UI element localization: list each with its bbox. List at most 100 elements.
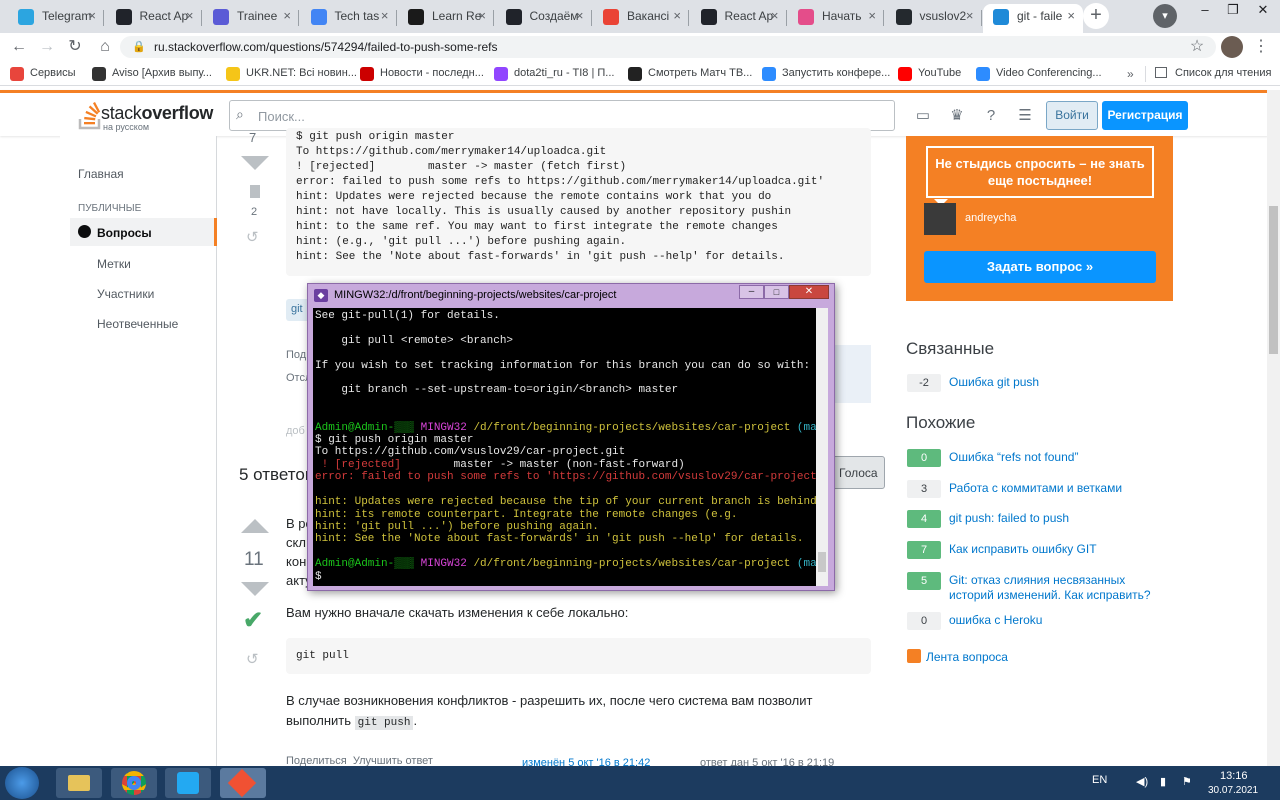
history-icon[interactable]: ↺ <box>246 228 259 246</box>
answer-history-icon[interactable]: ↺ <box>246 650 259 668</box>
sort-votes-button[interactable]: Голоса <box>830 456 885 489</box>
page-scrollbar-thumb[interactable] <box>1269 206 1278 354</box>
bookmark-4[interactable]: dota2ti_ru - TI8 | П... <box>494 67 614 81</box>
taskbar-explorer-icon[interactable] <box>56 768 102 798</box>
bookmark-favicon-icon <box>898 67 912 81</box>
taskbar-gitbash-icon[interactable] <box>220 768 266 798</box>
bookmark-star-icon[interactable]: ☆ <box>1186 36 1208 58</box>
answer-upvote-icon[interactable] <box>241 519 269 533</box>
tab-9[interactable]: vsuslov2 × <box>886 4 982 33</box>
stackoverflow-logo[interactable]: stackoverflow на русском <box>78 100 218 132</box>
tab-4[interactable]: Learn Re × <box>398 4 494 33</box>
terminal-minimize-icon[interactable]: – <box>739 285 764 299</box>
profile-menu-icon[interactable]: ▾ <box>1153 4 1177 28</box>
nav-users[interactable]: Участники <box>97 287 154 301</box>
forward-icon[interactable]: → <box>36 36 58 58</box>
bookmark-0[interactable]: Сервисы <box>10 67 76 81</box>
tab-title: git - faile <box>1017 9 1063 23</box>
tab-close-icon[interactable]: × <box>771 4 779 28</box>
tab-close-icon[interactable]: × <box>868 4 876 28</box>
tab-6[interactable]: Вакансі × <box>593 4 689 33</box>
nav-questions[interactable]: Вопросы <box>97 226 152 240</box>
question-link[interactable]: Как исправить ошибку GIT <box>949 542 1169 557</box>
inbox-icon[interactable]: ▭ <box>912 105 934 127</box>
reload-icon[interactable]: ↻ <box>64 36 86 58</box>
tab-7[interactable]: React Ap × <box>691 4 787 33</box>
bookmark-3[interactable]: Новости - последн... <box>360 67 484 81</box>
tab-close-icon[interactable]: × <box>478 4 486 28</box>
question-link[interactable]: Git: отказ слияния несвязанных историй и… <box>949 573 1169 603</box>
terminal-scrollbar-thumb[interactable] <box>818 552 826 572</box>
terminal-segment: To https://github.com/vsuslov29/car-proj… <box>315 446 626 459</box>
restore-icon[interactable]: ❐ <box>1218 0 1248 22</box>
clock-time[interactable]: 13:16 <box>1220 770 1248 782</box>
add-comment-link[interactable]: доб <box>286 425 305 437</box>
menu-dots-icon[interactable]: ⋮ <box>1250 36 1272 58</box>
tab-10[interactable]: git - faile × <box>983 4 1083 33</box>
bookmark-5[interactable]: Смотреть Матч ТВ... <box>628 67 752 81</box>
score-badge: 0 <box>907 449 941 467</box>
new-tab-button[interactable]: + <box>1083 3 1109 29</box>
network-icon[interactable]: ▮ <box>1160 775 1166 788</box>
tab-0[interactable]: Telegram × <box>8 4 104 33</box>
minimize-icon[interactable]: – <box>1190 0 1220 22</box>
terminal-scrollbar[interactable] <box>816 308 828 586</box>
help-icon[interactable]: ? <box>980 105 1002 127</box>
nav-unanswered[interactable]: Неотвеченные <box>97 317 178 331</box>
question-link[interactable]: Ошибка git push <box>949 375 1169 390</box>
bookmark-7[interactable]: YouTube <box>898 67 961 81</box>
taskbar-chrome-icon[interactable] <box>111 768 157 798</box>
login-button[interactable]: Войти <box>1046 101 1098 130</box>
tab-2[interactable]: Trainee × <box>203 4 299 33</box>
downvote-icon[interactable] <box>241 156 269 170</box>
avatar[interactable] <box>1221 36 1243 58</box>
share-link[interactable]: Под <box>286 349 306 361</box>
tab-close-icon[interactable]: × <box>966 4 974 28</box>
bookmarks-more[interactable]: » <box>1127 67 1134 81</box>
close-window-icon[interactable]: ✕ <box>1248 0 1278 22</box>
question-link[interactable]: ошибка с Heroku <box>949 613 1169 628</box>
nav-home[interactable]: Главная <box>78 167 124 181</box>
bookmark-icon[interactable] <box>250 185 260 198</box>
bookmark-6[interactable]: Запустить конфере... <box>762 67 890 81</box>
page-scrollbar[interactable] <box>1267 90 1280 766</box>
volume-icon[interactable]: ◀) <box>1136 775 1148 788</box>
bookmark-1[interactable]: Aviso [Архив выпу... <box>92 67 212 81</box>
home-icon[interactable]: ⌂ <box>94 36 116 58</box>
bookmark-2[interactable]: UKR.NET: Всі новин... <box>226 67 357 81</box>
question-link[interactable]: Работа с коммитами и ветками <box>949 481 1169 496</box>
signup-button[interactable]: Регистрация <box>1102 101 1188 130</box>
start-button-icon[interactable] <box>5 767 39 799</box>
tab-close-icon[interactable]: × <box>283 4 291 28</box>
tab-1[interactable]: React Ap × <box>106 4 202 33</box>
terminal-maximize-icon[interactable]: □ <box>764 285 789 299</box>
nav-tags[interactable]: Метки <box>97 257 131 271</box>
search-input[interactable] <box>229 100 895 131</box>
language-indicator[interactable]: EN <box>1092 774 1107 786</box>
question-link[interactable]: git push: failed to push <box>949 511 1169 526</box>
tab-close-icon[interactable]: × <box>381 4 389 28</box>
question-link[interactable]: Ошибка “refs not found” <box>949 450 1169 465</box>
tab-close-icon[interactable]: × <box>186 4 194 28</box>
reading-list[interactable]: Список для чтения <box>1175 67 1271 79</box>
tab-close-icon[interactable]: × <box>88 4 96 28</box>
ask-question-button[interactable]: Задать вопрос » <box>924 251 1156 283</box>
achievements-icon[interactable]: ♛ <box>946 105 968 127</box>
bookmark-8[interactable]: Video Conferencing... <box>976 67 1102 81</box>
site-switcher-icon[interactable]: ☰ <box>1014 105 1036 127</box>
flag-icon[interactable]: ⚑ <box>1182 775 1192 788</box>
tab-5[interactable]: Создаём × <box>496 4 592 33</box>
tab-close-icon[interactable]: × <box>673 4 681 28</box>
terminal-output[interactable]: See git-pull(1) for details. git pull <r… <box>313 308 816 586</box>
answer-downvote-icon[interactable] <box>241 582 269 596</box>
tab-8[interactable]: Начать × <box>788 4 884 33</box>
clock-date[interactable]: 30.07.2021 <box>1208 785 1258 796</box>
tab-3[interactable]: Tech tas × <box>301 4 397 33</box>
taskbar-vscode-icon[interactable] <box>165 768 211 798</box>
tab-close-icon[interactable]: × <box>576 4 584 28</box>
question-feed-link[interactable]: Лента вопроса <box>926 650 1008 664</box>
tab-separator <box>493 10 494 26</box>
terminal-close-icon[interactable]: ✕ <box>789 285 829 299</box>
tab-close-icon[interactable]: × <box>1067 4 1075 28</box>
back-icon[interactable]: ← <box>8 36 30 58</box>
